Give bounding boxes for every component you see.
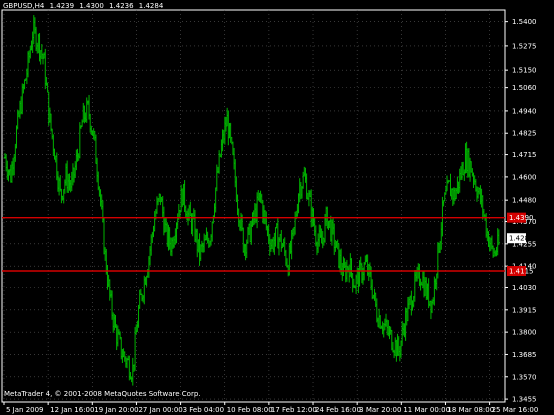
y-tick-label: 1.3915 bbox=[512, 306, 537, 314]
price-chart[interactable]: 1.5400 1.5275 1.5150 1.5060 1.4940 1.4825 1.47… bbox=[0, 0, 554, 415]
y-tick-label: 1.5400 bbox=[512, 18, 537, 26]
close-price: 1.4284 bbox=[138, 2, 164, 10]
y-tick-label: 1.4715 bbox=[512, 151, 537, 159]
low-price: 1.4236 bbox=[109, 2, 134, 10]
x-tick-label: 3 Feb 04:00 bbox=[183, 406, 224, 414]
symbol-label: GBPUSD,H4 bbox=[3, 2, 45, 10]
y-tick-label: 1.4030 bbox=[512, 284, 537, 292]
copyright-notice: MetaTrader 4, © 2001-2008 MetaQuotes Sof… bbox=[4, 390, 201, 398]
high-price: 1.4300 bbox=[79, 2, 104, 10]
y-tick-label: 1.4480 bbox=[512, 197, 537, 205]
chart-window[interactable]: 1.5400 1.5275 1.5150 1.5060 1.4940 1.4825 1.47… bbox=[0, 0, 554, 415]
x-tick-label: 17 Feb 12:00 bbox=[271, 406, 317, 414]
y-tick-label: 1.3800 bbox=[512, 329, 537, 337]
y-tick-label: 1.5275 bbox=[512, 42, 537, 50]
x-tick-label: 24 Feb 16:00 bbox=[315, 406, 361, 414]
y-tick-label: 1.4600 bbox=[512, 173, 537, 181]
x-tick-label: 18 Mar 08:00 bbox=[447, 406, 494, 414]
y-tick-label: 1.4940 bbox=[512, 107, 537, 115]
open-price: 1.4239 bbox=[49, 2, 75, 10]
x-tick-label: 3 Mar 20:00 bbox=[359, 406, 401, 414]
y-tick-label: 1.3685 bbox=[512, 351, 537, 359]
y-tick-label: 1.3570 bbox=[512, 373, 537, 381]
chart-header: GBPUSD,H4 1.4239 1.4300 1.4236 1.4284 bbox=[3, 2, 166, 10]
level-price-tag-label: 1.4390 bbox=[509, 214, 534, 222]
x-tick-label: 27 Jan 00:00 bbox=[138, 406, 182, 414]
y-tick-label: 1.4825 bbox=[512, 130, 537, 138]
x-tick-label: 12 Jan 16:00 bbox=[50, 406, 94, 414]
x-tick-label: 19 Jan 20:00 bbox=[94, 406, 138, 414]
y-tick-label: 1.5150 bbox=[512, 67, 537, 75]
x-tick-label: 25 Mar 16:00 bbox=[492, 406, 539, 414]
current-price-tag-label: 1.4284 bbox=[509, 235, 534, 243]
x-tick-label: 10 Feb 08:00 bbox=[227, 406, 273, 414]
y-tick-label: 1.5060 bbox=[512, 84, 537, 92]
level-price-tag-label: 1.4115 bbox=[509, 268, 534, 276]
x-tick-label: 5 Jan 2009 bbox=[6, 406, 44, 414]
plot-frame bbox=[1, 9, 506, 403]
y-tick-label: 1.3455 bbox=[512, 396, 537, 404]
x-tick-label: 11 Mar 00:00 bbox=[403, 406, 450, 414]
